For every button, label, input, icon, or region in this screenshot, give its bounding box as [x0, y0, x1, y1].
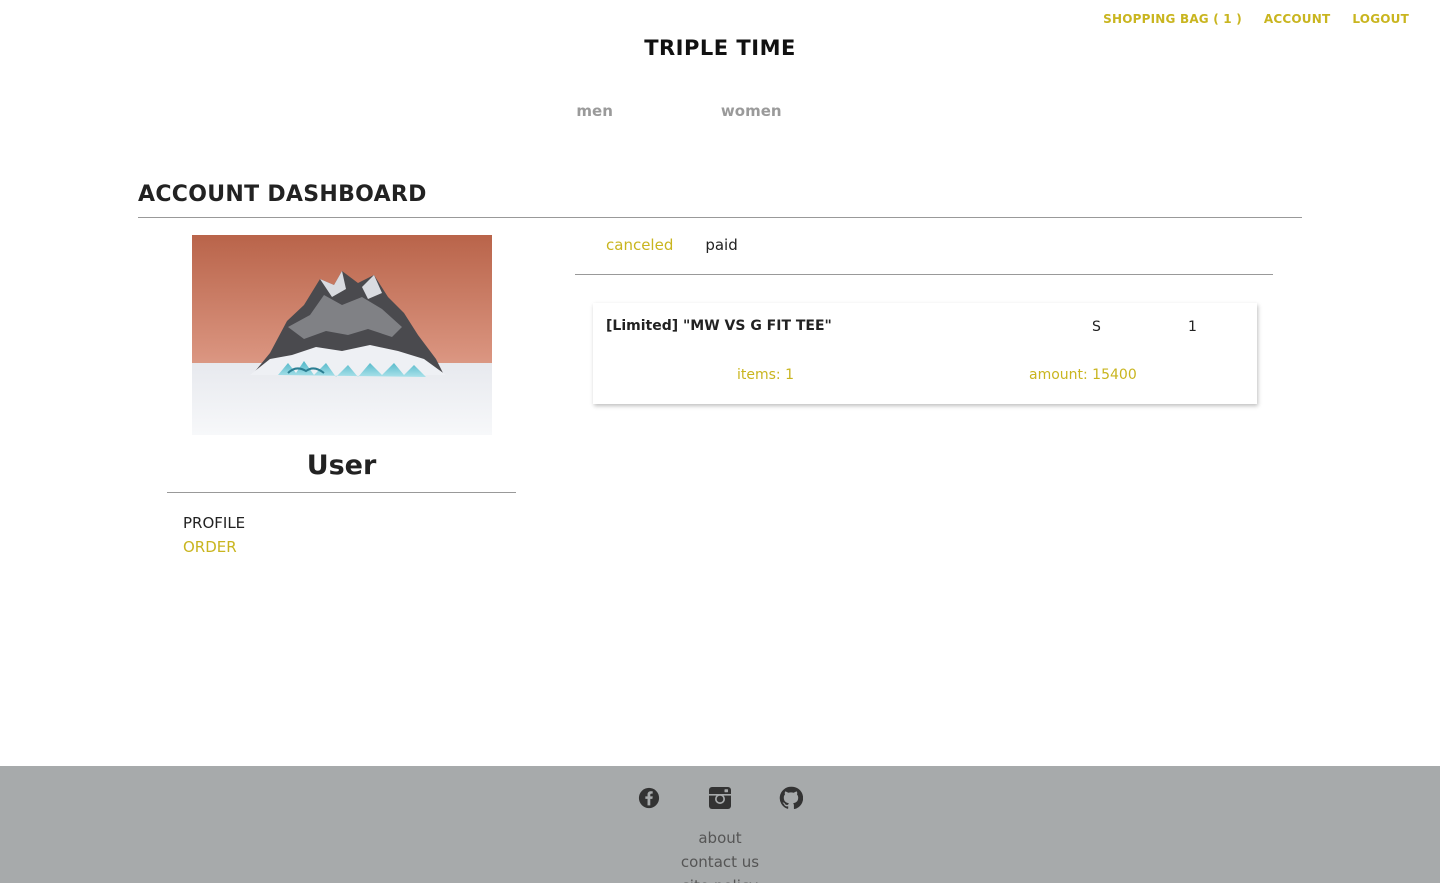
menu-profile-link[interactable]: PROFILE [183, 511, 245, 535]
category-men-link[interactable]: men [576, 102, 612, 120]
shopping-bag-link[interactable]: SHOPPING BAG ( 1 ) [1103, 12, 1242, 26]
order-product-name: [Limited] "MW VS G FIT TEE" [606, 318, 832, 334]
order-amount: amount: 15400 [1029, 367, 1137, 383]
social-links [0, 785, 1440, 810]
menu-order-link[interactable]: ORDER [183, 535, 245, 559]
footer-links: about contact us site policy [0, 826, 1440, 883]
profile-image [192, 235, 492, 435]
order-card[interactable]: [Limited] "MW VS G FIT TEE" S 1 items: 1… [593, 303, 1257, 404]
facebook-icon[interactable] [637, 785, 662, 810]
logout-link[interactable]: LOGOUT [1352, 12, 1409, 26]
user-name: User [306, 450, 377, 481]
instagram-icon[interactable] [708, 785, 733, 810]
order-product-size: S [1092, 319, 1101, 335]
order-status-tabs: canceled paid [606, 236, 738, 254]
github-icon[interactable] [779, 785, 804, 810]
tab-paid[interactable]: paid [705, 236, 737, 254]
footer-policy-link[interactable]: site policy [0, 874, 1440, 883]
tab-canceled[interactable]: canceled [606, 236, 673, 254]
account-side-menu: PROFILE ORDER [183, 511, 245, 559]
category-nav: men women [0, 102, 1440, 120]
order-product-quantity: 1 [1188, 319, 1197, 335]
brand-logo[interactable]: TRIPLE TIME [0, 36, 1440, 60]
user-divider [167, 492, 516, 493]
tabs-divider [575, 274, 1273, 275]
account-link[interactable]: ACCOUNT [1264, 12, 1330, 26]
order-items-count: items: 1 [737, 367, 794, 383]
footer-contact-link[interactable]: contact us [0, 850, 1440, 874]
category-women-link[interactable]: women [721, 102, 782, 120]
top-nav: SHOPPING BAG ( 1 ) ACCOUNT LOGOUT [1103, 12, 1409, 26]
footer-about-link[interactable]: about [0, 826, 1440, 850]
footer: about contact us site policy [0, 766, 1440, 883]
title-divider [138, 217, 1302, 218]
page-title: ACCOUNT DASHBOARD [138, 182, 427, 207]
